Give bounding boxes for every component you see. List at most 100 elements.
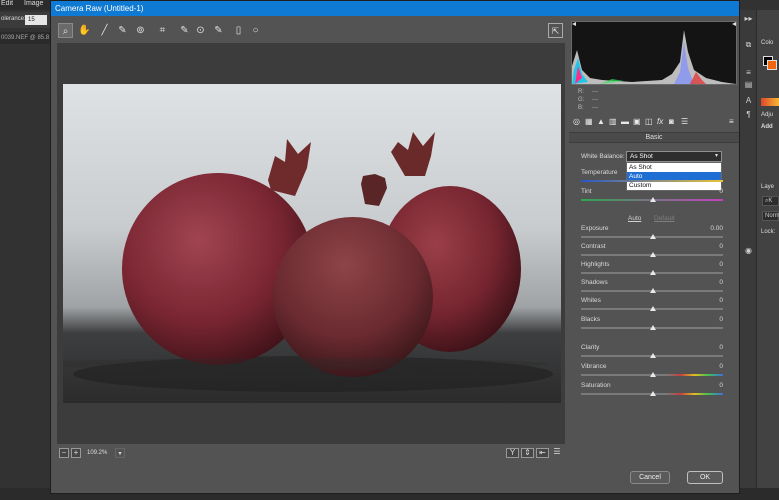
slider-knob[interactable] [650, 288, 656, 293]
character-icon[interactable]: A [743, 96, 754, 105]
split-toning-tab-icon[interactable]: ▬ [621, 117, 629, 126]
properties-icon[interactable]: ≡ [743, 68, 754, 77]
saturation-slider[interactable]: Saturation 0 [581, 382, 723, 398]
auto-link[interactable]: Auto [628, 215, 641, 222]
slider-knob[interactable] [650, 270, 656, 275]
zoom-tool-icon[interactable]: ⌕ [58, 23, 73, 38]
red-eye-icon[interactable]: ⊙ [193, 23, 208, 38]
cancel-button[interactable]: Cancel [630, 471, 670, 484]
paragraph-icon[interactable]: ¶ [743, 110, 754, 119]
slider-value[interactable]: 0 [719, 243, 723, 250]
slider-knob[interactable] [650, 306, 656, 311]
chevron-down-icon: ▾ [714, 153, 718, 159]
layers-comp-icon[interactable]: ▤ [743, 80, 754, 89]
presets-tab-icon[interactable]: ☰ [681, 117, 688, 126]
tone-curve-tab-icon[interactable]: ▦ [585, 117, 593, 126]
white-balance-select[interactable]: As Shot ▾ [626, 151, 722, 162]
adjustments-panel-label[interactable]: Adju [761, 112, 773, 118]
tolerance-label: olerance: [1, 16, 26, 22]
slider-value[interactable]: 0 [719, 188, 723, 195]
preview-bottom-bar: − + 109.2% ▾ Y ⇕ ⇤ ☰ [57, 446, 565, 460]
crop-tool-icon[interactable]: ⌗ [155, 23, 170, 38]
fullscreen-icon[interactable]: ⇱ [548, 23, 563, 38]
highlights-slider[interactable]: Highlights 0 [581, 261, 723, 277]
photoshop-menubar: Edit Image [0, 0, 52, 10]
slider-knob[interactable] [650, 353, 656, 358]
basic-tab-icon[interactable]: ◎ [573, 117, 580, 126]
slider-knob[interactable] [650, 372, 656, 377]
history-icon[interactable]: ⧉ [743, 40, 754, 49]
vibrance-slider[interactable]: Vibrance 0 [581, 363, 723, 379]
ok-button[interactable]: OK [687, 471, 723, 484]
detail-tab-icon[interactable]: ▲ [597, 117, 605, 126]
blacks-slider[interactable]: Blacks 0 [581, 316, 723, 332]
hsl-tab-icon[interactable]: ▥ [609, 117, 617, 126]
white-balance-value: As Shot [630, 153, 653, 160]
menu-image[interactable]: Image [24, 0, 43, 7]
zoom-dropdown-icon[interactable]: ▾ [115, 448, 125, 458]
layer-kind-filter[interactable]: ⌕K [762, 196, 779, 206]
slider-value[interactable]: 0 [719, 316, 723, 323]
blend-mode-select[interactable]: Norm [762, 211, 779, 221]
slider-knob[interactable] [650, 197, 656, 202]
zoom-in-button[interactable]: + [71, 448, 81, 458]
adjustment-brush-icon[interactable]: ✎ [211, 23, 226, 38]
lens-tab-icon[interactable]: ▣ [633, 117, 641, 126]
slider-value[interactable]: 0 [719, 363, 723, 370]
exposure-slider[interactable]: Exposure 0.00 [581, 225, 723, 241]
lock-label: Lock: [761, 229, 776, 235]
document-tab[interactable]: 0039.NEF @ 85.8 [0, 32, 52, 44]
add-adjustment-label: Add [761, 124, 773, 130]
toggle-settings-icon[interactable]: ☰ [551, 448, 563, 458]
graduated-filter-icon[interactable]: ▯ [231, 23, 246, 38]
clarity-slider[interactable]: Clarity 0 [581, 344, 723, 360]
spot-removal-icon[interactable]: ✎ [177, 23, 192, 38]
readout-r-value: --- [592, 89, 598, 95]
slider-value[interactable]: 0 [719, 261, 723, 268]
color-sampler-tool-icon[interactable]: ✎ [115, 23, 130, 38]
slider-knob[interactable] [650, 234, 656, 239]
slider-knob[interactable] [650, 391, 656, 396]
color-panel-label[interactable]: Colo [761, 40, 773, 46]
slider-value[interactable]: 0 [719, 382, 723, 389]
shadows-slider[interactable]: Shadows 0 [581, 279, 723, 295]
contrast-slider[interactable]: Contrast 0 [581, 243, 723, 259]
slider-knob[interactable] [650, 325, 656, 330]
preview-image[interactable] [63, 84, 561, 403]
slider-label: Exposure [581, 225, 609, 232]
slider-knob[interactable] [650, 252, 656, 257]
copy-settings-icon[interactable]: ⇤ [536, 448, 549, 458]
tint-slider[interactable]: Tint 0 [581, 188, 723, 204]
slider-value[interactable]: 0 [719, 279, 723, 286]
whites-slider[interactable]: Whites 0 [581, 297, 723, 313]
white-balance-tool-icon[interactable]: ╱ [97, 23, 112, 38]
slider-value[interactable]: 0 [719, 344, 723, 351]
zoom-out-button[interactable]: − [59, 448, 69, 458]
collapse-icon[interactable]: ▸▸ [743, 14, 754, 23]
background-swatch[interactable] [767, 60, 777, 70]
layers-panel-label[interactable]: Laye [761, 184, 774, 190]
default-link[interactable]: Default [654, 215, 675, 222]
slider-label: Temperature [581, 169, 618, 176]
slider-label: Whites [581, 297, 601, 304]
slider-value[interactable]: 0.00 [710, 225, 723, 232]
color-ramp[interactable] [761, 98, 779, 106]
temperature-slider[interactable]: Temperature [581, 169, 723, 185]
slider-track[interactable] [581, 180, 723, 182]
eye-icon[interactable]: ◉ [743, 246, 754, 255]
swap-settings-icon[interactable]: ⇕ [521, 448, 534, 458]
slider-value[interactable]: 0 [719, 297, 723, 304]
panel-menu-icon[interactable]: ≡ [729, 117, 734, 126]
transform-tab-icon[interactable]: ◫ [645, 117, 653, 126]
slider-label: Tint [581, 188, 592, 195]
targeted-adjustment-icon[interactable]: ⊚ [133, 23, 148, 38]
hand-tool-icon[interactable]: ✋ [77, 23, 92, 38]
effects-tab-icon[interactable]: fx [657, 117, 663, 126]
menu-edit[interactable]: Edit [1, 0, 13, 7]
tolerance-input[interactable]: 15 [25, 15, 47, 25]
radial-filter-icon[interactable]: ○ [248, 23, 263, 38]
camera-raw-dialog: Camera Raw (Untitled-1) ⌕ ✋ ╱ ✎ ⊚ ⌗ ✎ ⊙ … [50, 0, 740, 494]
camera-calibration-tab-icon[interactable]: ◙ [669, 117, 674, 126]
before-after-y-icon[interactable]: Y [506, 448, 519, 458]
slider-label: Vibrance [581, 363, 607, 370]
